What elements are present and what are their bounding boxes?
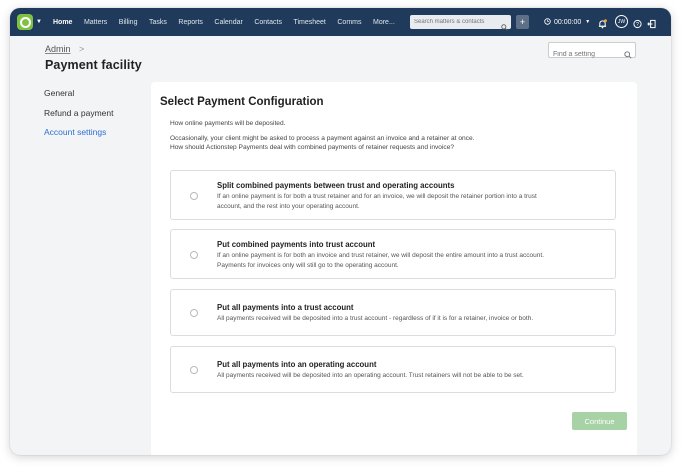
- radio-all-to-trust[interactable]: [190, 309, 198, 317]
- top-nav: ▼ Home Matters Billing Tasks Reports Cal…: [10, 8, 671, 36]
- radio-split-payments[interactable]: [190, 192, 198, 200]
- chevron-down-icon: ▼: [36, 19, 42, 25]
- chevron-right-icon: >: [79, 44, 85, 54]
- nav-billing[interactable]: Billing: [119, 19, 138, 26]
- radio-combined-to-trust[interactable]: [190, 251, 198, 259]
- nav-timesheet[interactable]: Timesheet: [293, 19, 325, 26]
- logout-icon[interactable]: [647, 16, 656, 34]
- option-all-to-operating[interactable]: Put all payments into an operating accou…: [170, 346, 616, 393]
- app-switcher[interactable]: ▼: [17, 14, 42, 30]
- option-title: Split combined payments between trust an…: [217, 181, 455, 190]
- timer[interactable]: 00:00:00 ▼: [544, 8, 590, 36]
- payment-config-card: Select Payment Configuration How online …: [151, 82, 637, 455]
- option-combined-to-trust[interactable]: Put combined payments into trust account…: [170, 229, 616, 279]
- option-title: Put all payments into a trust account: [217, 303, 354, 312]
- setting-search: [548, 42, 636, 59]
- option-desc-line-1: All payments received will be deposited …: [217, 372, 524, 379]
- option-desc-line-1: If an online payment is for both an invo…: [217, 252, 544, 259]
- help-icon[interactable]: ?: [633, 16, 642, 34]
- continue-button[interactable]: Continue: [572, 412, 627, 430]
- settings-sidebar: General Refund a payment Account setting…: [44, 88, 113, 147]
- timer-value: 00:00:00: [554, 18, 582, 26]
- radio-all-to-operating[interactable]: [190, 366, 198, 374]
- option-desc-line-1: If an online payment is for both a trust…: [217, 193, 537, 200]
- search-icon[interactable]: [624, 46, 632, 64]
- page-title: Payment facility: [45, 58, 142, 72]
- nav-reports[interactable]: Reports: [178, 19, 203, 26]
- clock-icon: [544, 17, 551, 27]
- app-window: ▼ Home Matters Billing Tasks Reports Cal…: [10, 8, 671, 455]
- nav-more[interactable]: More...: [373, 19, 395, 26]
- breadcrumb-admin-link[interactable]: Admin: [45, 44, 71, 54]
- nav-matters[interactable]: Matters: [84, 19, 107, 26]
- sidebar-item-refund[interactable]: Refund a payment: [44, 108, 113, 118]
- add-button[interactable]: +: [516, 15, 529, 29]
- option-title: Put combined payments into trust account: [217, 240, 376, 249]
- avatar-initials: JW: [617, 18, 626, 25]
- setting-search-input[interactable]: [549, 48, 623, 58]
- card-title: Select Payment Configuration: [160, 96, 324, 108]
- option-all-to-trust[interactable]: Put all payments into a trust account Al…: [170, 289, 616, 336]
- main-menu: Home Matters Billing Tasks Reports Calen…: [53, 8, 406, 36]
- plus-icon: +: [519, 17, 526, 27]
- global-search-input[interactable]: [410, 19, 499, 25]
- app-logo-icon: [17, 14, 33, 30]
- nav-tasks[interactable]: Tasks: [149, 19, 167, 26]
- nav-contacts[interactable]: Contacts: [254, 19, 282, 26]
- sidebar-item-account-settings[interactable]: Account settings: [44, 127, 113, 137]
- svg-text:?: ?: [636, 22, 639, 28]
- option-desc-line-2: Payments for invoices only will still go…: [217, 262, 399, 269]
- option-split-payments[interactable]: Split combined payments between trust an…: [170, 170, 616, 220]
- bell-icon[interactable]: [598, 16, 607, 34]
- breadcrumb: Admin >: [45, 44, 84, 54]
- nav-comms[interactable]: Comms: [337, 19, 361, 26]
- global-search: [410, 15, 511, 31]
- nav-calendar[interactable]: Calendar: [214, 19, 242, 26]
- avatar[interactable]: JW: [615, 15, 628, 28]
- chevron-down-icon: ▼: [585, 19, 591, 25]
- question-line-2: How should Actionstep Payments deal with…: [170, 144, 455, 151]
- nav-home[interactable]: Home: [53, 19, 72, 26]
- intro-text: How online payments will be deposited.: [170, 120, 286, 127]
- question-line-1: Occasionally, your client might be asked…: [170, 135, 475, 142]
- option-desc-line-1: All payments received will be deposited …: [217, 315, 534, 322]
- option-desc-line-2: account, and the rest into your operatin…: [217, 203, 360, 210]
- search-icon[interactable]: [501, 18, 508, 36]
- option-title: Put all payments into an operating accou…: [217, 360, 377, 369]
- sidebar-item-general[interactable]: General: [44, 88, 113, 98]
